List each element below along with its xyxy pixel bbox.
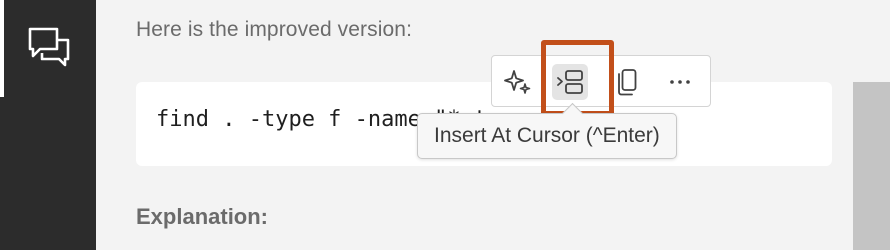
more-button[interactable] [662, 64, 698, 100]
chat-response-intro: Here is the improved version: [136, 18, 413, 41]
explanation-heading: Explanation: [136, 204, 269, 229]
insert-at-cursor-button[interactable] [552, 64, 588, 100]
scrollbar[interactable] [853, 82, 890, 250]
active-indicator [0, 0, 4, 97]
sparkle-icon [504, 70, 531, 94]
sparkle-button[interactable] [500, 64, 536, 100]
activity-bar [0, 0, 96, 250]
code-block-toolbar [491, 55, 711, 107]
copy-button[interactable] [608, 64, 644, 100]
copy-icon [618, 69, 637, 96]
window: Here is the improved version: find . -ty… [0, 0, 890, 250]
activity-item-chat[interactable] [0, 0, 96, 97]
chat-icon [26, 26, 72, 72]
more-icon [670, 80, 690, 84]
insert-at-cursor-tooltip: Insert At Cursor (^Enter) [417, 113, 677, 159]
insert-at-cursor-icon [557, 70, 583, 94]
